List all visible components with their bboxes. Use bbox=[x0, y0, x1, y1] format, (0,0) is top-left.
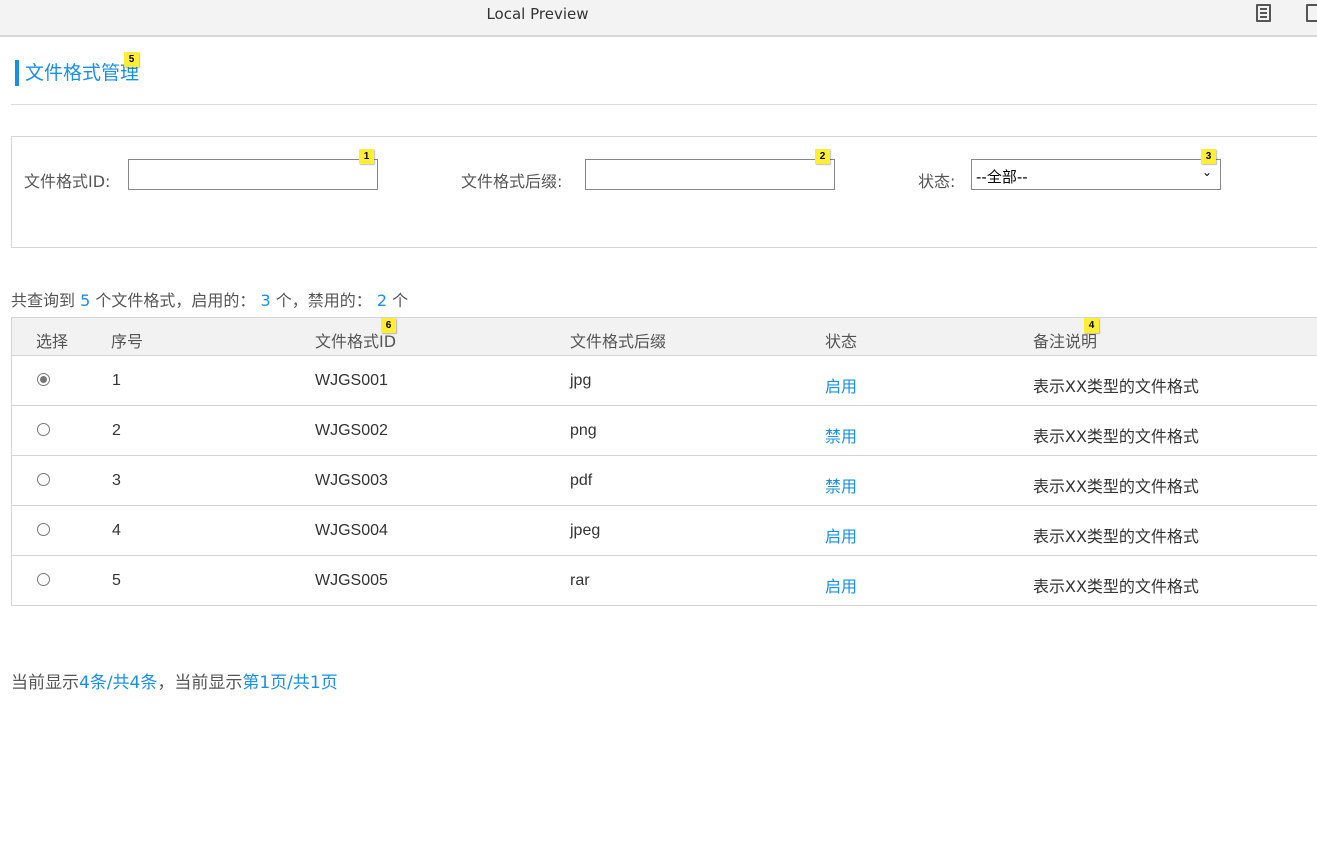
table-row[interactable]: 3 WJGS003 pdf 禁用 表示XX类型的文件格式 bbox=[12, 456, 1317, 506]
row-radio[interactable] bbox=[37, 523, 50, 536]
header-status: 状态 bbox=[825, 332, 858, 351]
row-number: 2 bbox=[112, 422, 121, 439]
result-summary: 共查询到 5 个文件格式，启用的： 3 个，禁用的： 2 个 bbox=[11, 291, 409, 310]
row-format-id: WJGS005 bbox=[315, 572, 388, 589]
table-row[interactable]: 4 WJGS004 jpeg 启用 表示XX类型的文件格式 bbox=[12, 506, 1317, 556]
total-count: 5 bbox=[80, 291, 91, 310]
row-format-id: WJGS002 bbox=[315, 422, 388, 439]
table-row[interactable]: 5 WJGS005 rar 启用 表示XX类型的文件格式 bbox=[12, 556, 1317, 606]
page-title: 文件格式管理 bbox=[15, 60, 139, 86]
row-remark: 表示XX类型的文件格式 bbox=[1033, 427, 1199, 446]
format-suffix-input[interactable] bbox=[585, 159, 835, 190]
row-number: 4 bbox=[112, 522, 121, 539]
row-radio[interactable] bbox=[37, 473, 50, 486]
annotation-badge: 6 bbox=[381, 318, 396, 333]
header-select: 选择 bbox=[36, 332, 69, 351]
table-row[interactable]: 1 WJGS001 jpg 启用 表示XX类型的文件格式 bbox=[12, 356, 1317, 406]
page-indicator: 第1页/共1页 bbox=[242, 673, 338, 693]
row-remark: 表示XX类型的文件格式 bbox=[1033, 477, 1199, 496]
row-remark: 表示XX类型的文件格式 bbox=[1033, 577, 1199, 596]
row-radio[interactable] bbox=[37, 423, 50, 436]
filter-panel bbox=[11, 136, 1317, 248]
annotation-badge: 1 bbox=[359, 149, 374, 164]
row-format-suffix: pdf bbox=[570, 472, 593, 489]
row-remark: 表示XX类型的文件格式 bbox=[1033, 377, 1199, 396]
format-suffix-label: 文件格式后缀: bbox=[461, 172, 563, 191]
enabled-count: 3 bbox=[260, 291, 271, 310]
header-number: 序号 bbox=[111, 332, 144, 351]
format-id-input[interactable] bbox=[128, 159, 378, 190]
row-status-link[interactable]: 启用 bbox=[825, 573, 857, 597]
annotation-badge: 2 bbox=[815, 149, 830, 164]
row-format-id: WJGS004 bbox=[315, 522, 388, 539]
row-status-link[interactable]: 启用 bbox=[825, 373, 857, 397]
row-radio[interactable] bbox=[37, 373, 50, 386]
preview-toolbar: Local Preview bbox=[0, 0, 1317, 37]
document-icon[interactable] bbox=[1256, 4, 1271, 22]
status-select-value: --全部-- bbox=[976, 168, 1028, 186]
row-status-link[interactable]: 禁用 bbox=[825, 423, 857, 447]
window-title: Local Preview bbox=[486, 5, 589, 23]
row-status-link[interactable]: 启用 bbox=[825, 523, 857, 547]
row-number: 5 bbox=[112, 572, 121, 589]
row-format-suffix: png bbox=[570, 422, 597, 439]
row-format-suffix: jpg bbox=[570, 372, 592, 389]
table-header: 选择 序号 文件格式ID 文件格式后缀 状态 备注说明 bbox=[12, 318, 1317, 356]
divider bbox=[11, 104, 1317, 105]
row-radio[interactable] bbox=[37, 573, 50, 586]
row-number: 1 bbox=[112, 372, 121, 389]
row-status-link[interactable]: 禁用 bbox=[825, 473, 857, 497]
row-format-id: WJGS001 bbox=[315, 372, 388, 389]
format-table: 选择 序号 文件格式ID 文件格式后缀 状态 备注说明 1 WJGS001 jpg 启… bbox=[11, 317, 1317, 606]
row-number: 3 bbox=[112, 472, 121, 489]
row-format-id: WJGS003 bbox=[315, 472, 388, 489]
status-label: 状态: bbox=[918, 172, 956, 191]
status-select[interactable]: --全部-- ⌄ bbox=[971, 159, 1221, 190]
record-count: 4条/共4条 bbox=[79, 673, 158, 693]
expand-icon[interactable] bbox=[1306, 4, 1317, 22]
table-row[interactable]: 2 WJGS002 png 禁用 表示XX类型的文件格式 bbox=[12, 406, 1317, 456]
row-format-suffix: jpeg bbox=[570, 522, 601, 539]
chevron-down-icon: ⌄ bbox=[1201, 165, 1212, 179]
annotation-badge: 4 bbox=[1084, 318, 1099, 333]
row-format-suffix: rar bbox=[570, 572, 590, 589]
pagination-info: 当前显示4条/共4条，当前显示第1页/共1页 bbox=[11, 673, 338, 693]
annotation-badge: 3 bbox=[1201, 149, 1216, 164]
header-format-suffix: 文件格式后缀 bbox=[570, 332, 667, 351]
disabled-count: 2 bbox=[376, 291, 388, 310]
row-remark: 表示XX类型的文件格式 bbox=[1033, 527, 1199, 546]
format-id-label: 文件格式ID: bbox=[24, 172, 111, 191]
annotation-badge: 5 bbox=[124, 52, 139, 67]
